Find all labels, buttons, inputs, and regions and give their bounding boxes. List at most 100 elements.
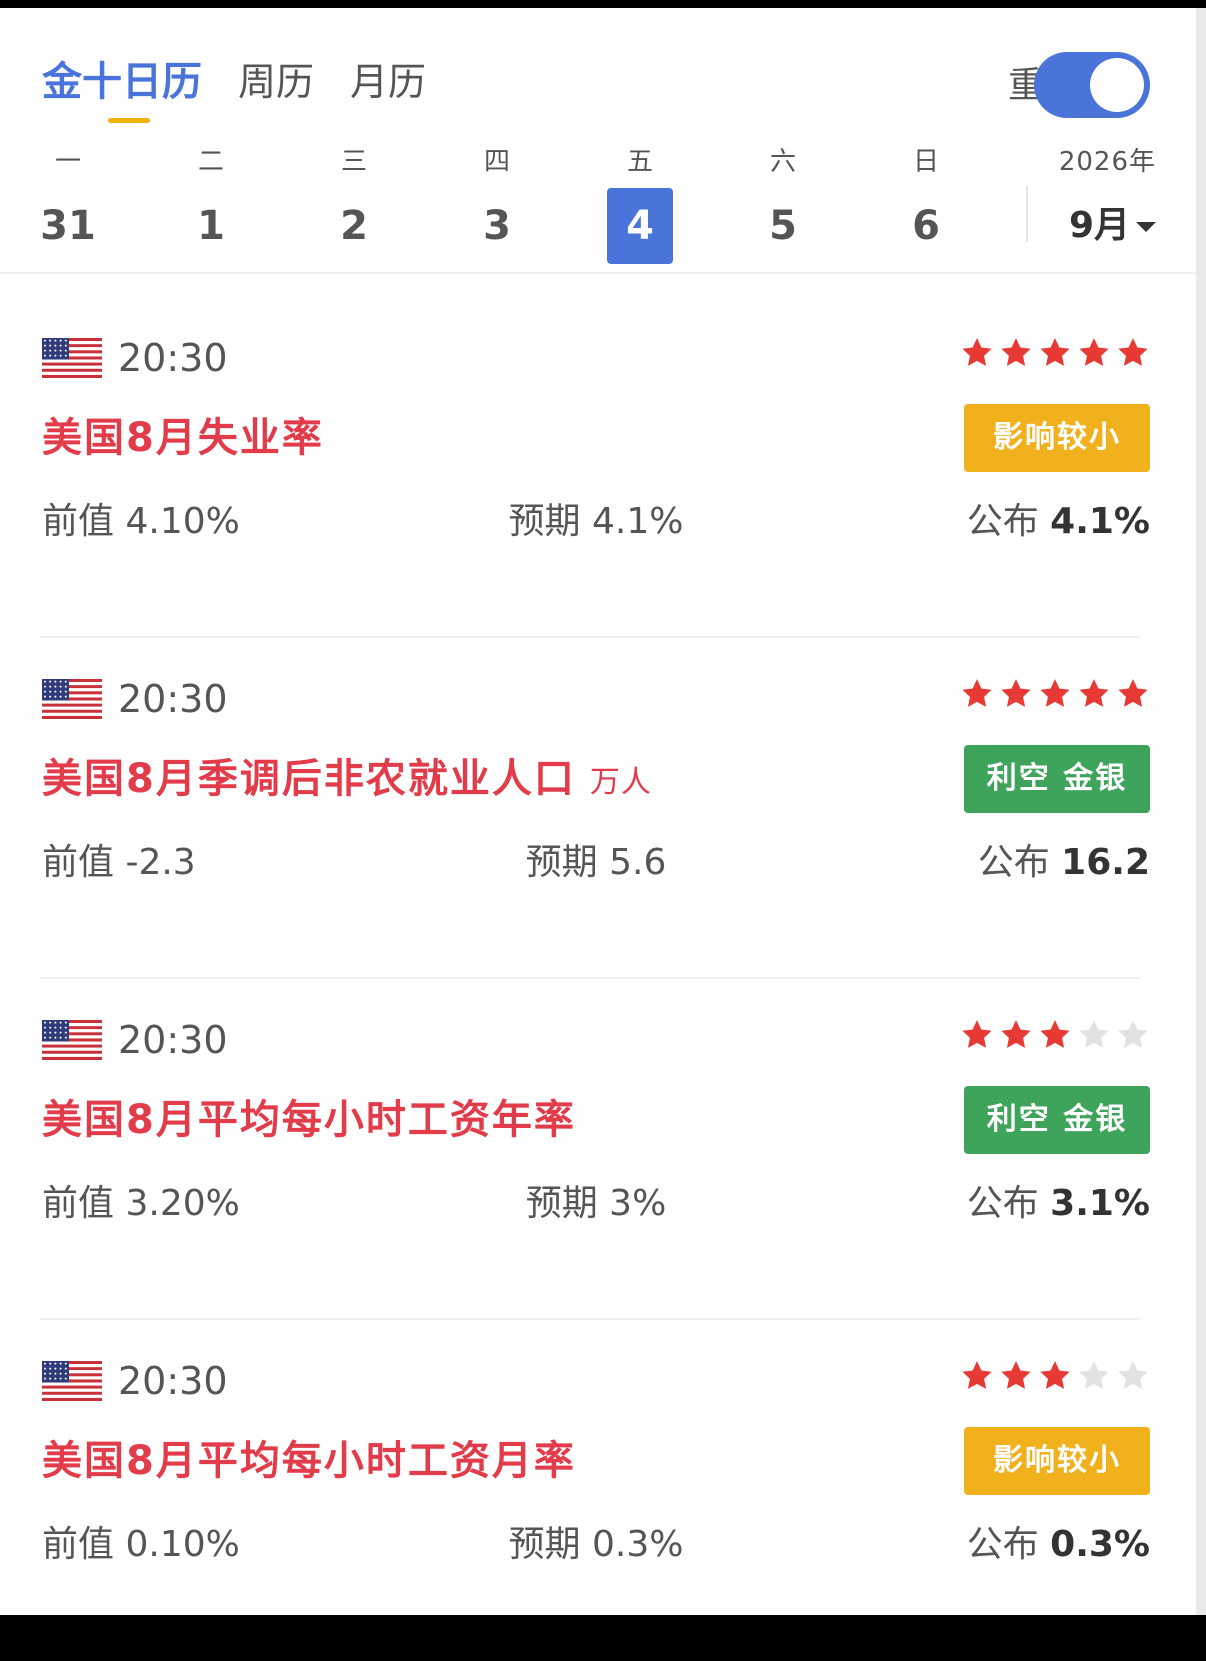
row-divider [40, 636, 1140, 638]
star-filled-icon [1040, 1361, 1070, 1389]
us-flag-icon [42, 1361, 102, 1401]
week-strip: 一 31 二 1 三 2 四 3 五 4 六 5 日 6 [0, 140, 1030, 270]
star-filled-icon [962, 679, 992, 707]
day-number: 4 [607, 188, 673, 264]
expected-label: 预期 [508, 1524, 581, 1565]
day-number: 2 [340, 203, 368, 249]
event-values: 前值 4.10% 预期 4.1% 公布 4.1% [42, 494, 1150, 550]
published-label: 公布 [977, 842, 1050, 883]
event-row[interactable]: 20:30 美国8月平均每小时工资年率 利空 金银 前值 3.20% 预期 3%… [0, 980, 1196, 1320]
star-filled-icon [1001, 1020, 1031, 1048]
star-filled-icon [962, 1361, 992, 1389]
importance-stars [955, 1359, 1150, 1399]
impact-badge: 影响较小 [964, 404, 1150, 472]
star-empty-icon [1118, 1361, 1148, 1389]
importance-stars [955, 1018, 1150, 1058]
event-title-text: 美国8月失业率 [42, 415, 324, 461]
weekday-label: 一 [54, 147, 81, 177]
published-number: 0.3% [1050, 1524, 1150, 1565]
star-empty-icon [1079, 1020, 1109, 1048]
weekday-label: 日 [912, 147, 939, 177]
weekday-label: 五 [626, 147, 653, 177]
star-filled-icon [962, 338, 992, 366]
header-divider [0, 272, 1196, 274]
day-cell[interactable]: 日 6 [891, 140, 961, 264]
us-flag-icon [42, 679, 102, 719]
event-row[interactable]: 20:30 美国8月平均每小时工资月率 影响较小 前值 0.10% 预期 0.3… [0, 1321, 1196, 1661]
tab-jin10-calendar[interactable]: 金十日历 [42, 56, 202, 123]
weekday-label: 三 [340, 147, 367, 177]
published-label: 公布 [966, 1183, 1039, 1224]
day-cell-selected[interactable]: 五 4 [605, 140, 675, 264]
importance-stars [955, 677, 1150, 717]
tab-weekly[interactable]: 周历 [238, 56, 314, 108]
event-values: 前值 0.10% 预期 0.3% 公布 0.3% [42, 1517, 1150, 1573]
event-row[interactable]: 20:30 美国8月失业率 影响较小 前值 4.10% 预期 4.1% 公布 4… [0, 298, 1196, 638]
star-filled-icon [1079, 338, 1109, 366]
star-filled-icon [1001, 338, 1031, 366]
star-filled-icon [1118, 679, 1148, 707]
event-values: 前值 3.20% 预期 3% 公布 3.1% [42, 1176, 1150, 1232]
expected-number: 4.1% [592, 501, 684, 542]
tab-label: 月历 [350, 60, 427, 104]
published-label: 公布 [966, 1524, 1039, 1565]
active-tab-indicator [108, 118, 150, 123]
event-time: 20:30 [118, 677, 228, 721]
event-time: 20:30 [118, 336, 228, 380]
day-cell[interactable]: 四 3 [462, 140, 532, 264]
event-title: 美国8月季调后非农就业人口 万人 [42, 747, 652, 815]
expected-number: 3% [609, 1183, 667, 1224]
event-time: 20:30 [118, 1018, 228, 1062]
published-value: 公布 3.1% [967, 1176, 1150, 1232]
calendar-tabs: 金十日历 周历 月历 [42, 56, 462, 123]
impact-badge: 影响较小 [964, 1427, 1150, 1495]
day-cell[interactable]: 二 1 [176, 140, 246, 264]
day-number: 3 [483, 203, 511, 249]
star-filled-icon [1118, 338, 1148, 366]
us-flag-icon [42, 1020, 102, 1060]
star-filled-icon [1001, 679, 1031, 707]
published-value: 公布 16.2 [978, 835, 1150, 891]
published-number: 3.1% [1050, 1183, 1150, 1224]
calendar-screen: 金十日历 周历 月历 重要 一 31 二 1 三 2 四 3 五 [0, 8, 1206, 1615]
day-cell[interactable]: 三 2 [319, 140, 389, 264]
tab-monthly[interactable]: 月历 [350, 56, 426, 108]
published-number: 4.1% [1050, 501, 1150, 542]
event-row[interactable]: 20:30 美国8月季调后非农就业人口 万人 利空 金银 前值 -2.3 预期 5… [0, 639, 1196, 979]
row-divider [40, 1318, 1140, 1320]
star-empty-icon [1079, 1361, 1109, 1389]
month-picker[interactable]: 2026年 9月 [1036, 140, 1156, 264]
toggle-knob [1090, 58, 1144, 112]
day-cell[interactable]: 六 5 [748, 140, 818, 264]
impact-badge: 利空 金银 [964, 1086, 1150, 1154]
day-number: 5 [769, 203, 797, 249]
weekday-label: 二 [197, 147, 224, 177]
event-title: 美国8月平均每小时工资年率 [42, 1088, 576, 1152]
tab-label: 周历 [238, 60, 315, 104]
weekday-label: 六 [769, 147, 796, 177]
event-title-text: 美国8月季调后非农就业人口 [42, 756, 576, 802]
star-empty-icon [1118, 1020, 1148, 1048]
event-title-text: 美国8月平均每小时工资月率 [42, 1438, 576, 1484]
importance-stars [955, 336, 1150, 376]
day-number: 31 [40, 203, 96, 249]
event-title: 美国8月失业率 [42, 406, 324, 470]
expected-number: 0.3% [592, 1524, 684, 1565]
expected-label: 预期 [525, 1183, 598, 1224]
day-cell[interactable]: 一 31 [33, 140, 103, 264]
expected-label: 预期 [525, 842, 598, 883]
star-filled-icon [1040, 1020, 1070, 1048]
published-value: 公布 0.3% [967, 1517, 1150, 1573]
event-time: 20:30 [118, 1359, 228, 1403]
week-divider [1026, 186, 1028, 242]
month-selector: 9月 [1036, 188, 1156, 264]
event-unit: 万人 [589, 765, 652, 800]
published-number: 16.2 [1061, 842, 1150, 883]
event-title: 美国8月平均每小时工资月率 [42, 1429, 576, 1493]
event-title-text: 美国8月平均每小时工资年率 [42, 1097, 576, 1143]
expected-label: 预期 [508, 501, 581, 542]
caret-down-icon [1136, 222, 1156, 232]
event-values: 前值 -2.3 预期 5.6 公布 16.2 [42, 835, 1150, 891]
important-toggle[interactable] [1034, 52, 1150, 118]
star-filled-icon [1040, 338, 1070, 366]
